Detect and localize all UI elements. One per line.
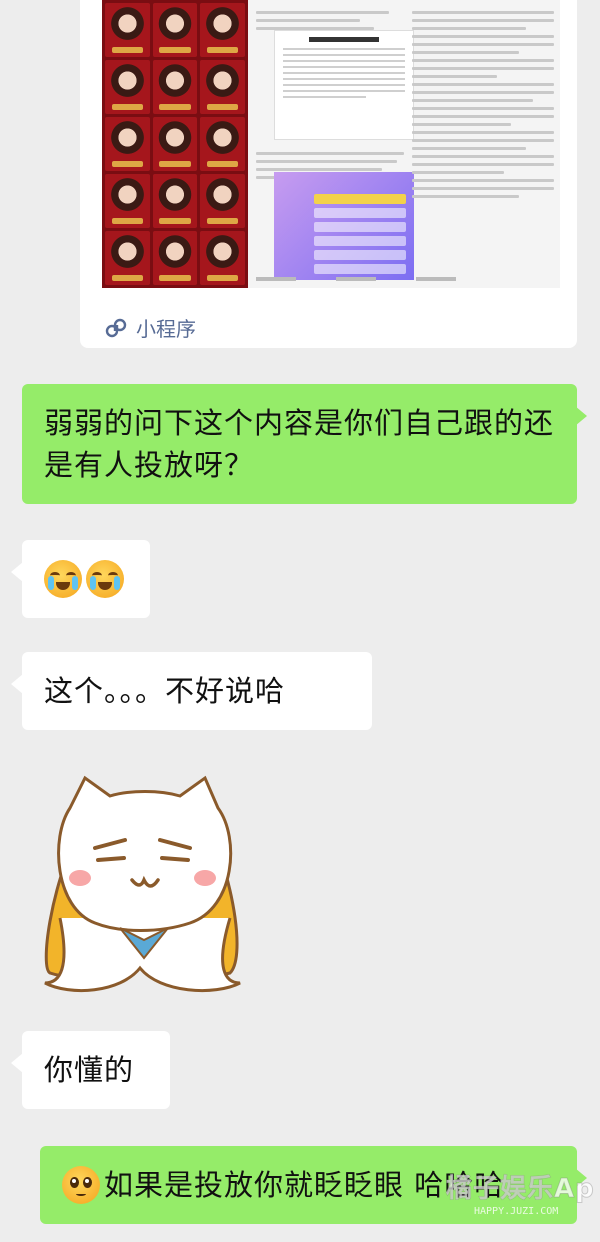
crying-face-emoji-icon: [86, 560, 124, 598]
message-text: 你懂的: [44, 1053, 135, 1087]
article-text-column-right: [412, 6, 554, 282]
vote-ranking-image: [274, 172, 414, 280]
received-emoji-bubble[interactable]: [11, 540, 150, 618]
message-text: 如果是投放你就眨眨眼 哈哈哈: [104, 1168, 505, 1202]
crying-face-emoji-icon: [44, 560, 82, 598]
mini-program-label: 小程序: [104, 313, 196, 342]
message-text: 这个。。。不好说哈: [44, 674, 286, 708]
sent-message-bubble[interactable]: 弱弱的问下这个内容是你们自己跟的还是有人投放呀？: [22, 384, 587, 504]
smug-cat-sticker[interactable]: [40, 768, 250, 1000]
contestant-photo-grid: [102, 0, 248, 288]
mini-program-icon: [104, 316, 128, 340]
pleading-face-emoji-icon: [62, 1166, 100, 1204]
received-message-bubble[interactable]: 这个。。。不好说哈: [11, 652, 372, 730]
post-stats-bar: [256, 274, 550, 284]
mini-program-card[interactable]: 小程序: [80, 0, 577, 348]
mini-program-text: 小程序: [136, 317, 196, 341]
received-message-bubble[interactable]: 你懂的: [11, 1031, 170, 1109]
article-preview-image: [102, 0, 560, 288]
message-text: 弱弱的问下这个内容是你们自己跟的还是有人投放呀？: [44, 406, 555, 482]
embedded-notice-image: [274, 30, 414, 140]
sent-message-bubble[interactable]: 如果是投放你就眨眨眼 哈哈哈: [40, 1146, 587, 1224]
